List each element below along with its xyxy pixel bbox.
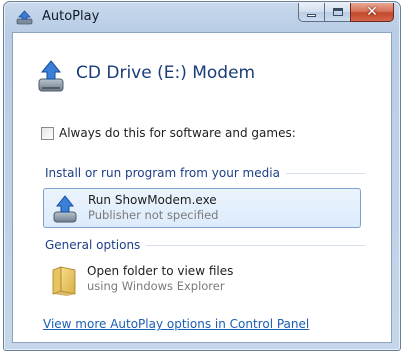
always-do-this-checkbox[interactable] xyxy=(41,126,54,140)
window-title: AutoPlay xyxy=(42,9,100,24)
general-section-header: General options xyxy=(45,238,365,252)
cd-drive-icon xyxy=(53,195,77,223)
publisher-label: Publisher not specified xyxy=(88,208,219,222)
drive-header: CD Drive (E:) Modem xyxy=(37,58,255,94)
run-program-texts: Run ShowModem.exe Publisher not specifie… xyxy=(88,193,218,223)
install-section-title: Install or run program from your media xyxy=(45,166,280,180)
cd-drive-icon xyxy=(38,60,64,92)
title-bar[interactable]: AutoPlay ✕ xyxy=(4,2,400,32)
control-panel-link[interactable]: View more AutoPlay options in Control Pa… xyxy=(43,317,309,331)
open-folder-label: Open folder to view files xyxy=(87,264,234,278)
dialog-content: CD Drive (E:) Modem Always do this for s… xyxy=(12,32,392,343)
folder-icon xyxy=(52,266,76,296)
section-divider xyxy=(285,172,365,174)
minimize-button[interactable] xyxy=(298,3,324,22)
section-divider xyxy=(146,244,365,246)
open-folder-option[interactable]: Open folder to view files using Windows … xyxy=(43,260,361,302)
always-do-this-label[interactable]: Always do this for software and games: xyxy=(59,126,296,140)
caption-buttons: ✕ xyxy=(298,3,394,23)
drive-title: CD Drive (E:) Modem xyxy=(76,63,256,83)
minimize-icon xyxy=(307,13,316,17)
run-program-label: Run ShowModem.exe xyxy=(88,193,217,207)
maximize-icon xyxy=(332,8,343,16)
maximize-button[interactable] xyxy=(324,3,350,22)
general-section-title: General options xyxy=(45,238,141,252)
autoplay-icon xyxy=(16,10,33,25)
close-button[interactable]: ✕ xyxy=(350,3,394,22)
explorer-label: using Windows Explorer xyxy=(87,279,225,293)
install-section-header: Install or run program from your media xyxy=(45,166,365,180)
close-icon: ✕ xyxy=(366,4,378,20)
autoplay-window: AutoPlay ✕ CD Drive (E:) Modem Always do… xyxy=(3,1,401,351)
always-do-this-row[interactable]: Always do this for software and games: xyxy=(41,126,296,140)
open-folder-texts: Open folder to view files using Windows … xyxy=(87,264,233,294)
run-program-option[interactable]: Run ShowModem.exe Publisher not specifie… xyxy=(43,188,361,228)
